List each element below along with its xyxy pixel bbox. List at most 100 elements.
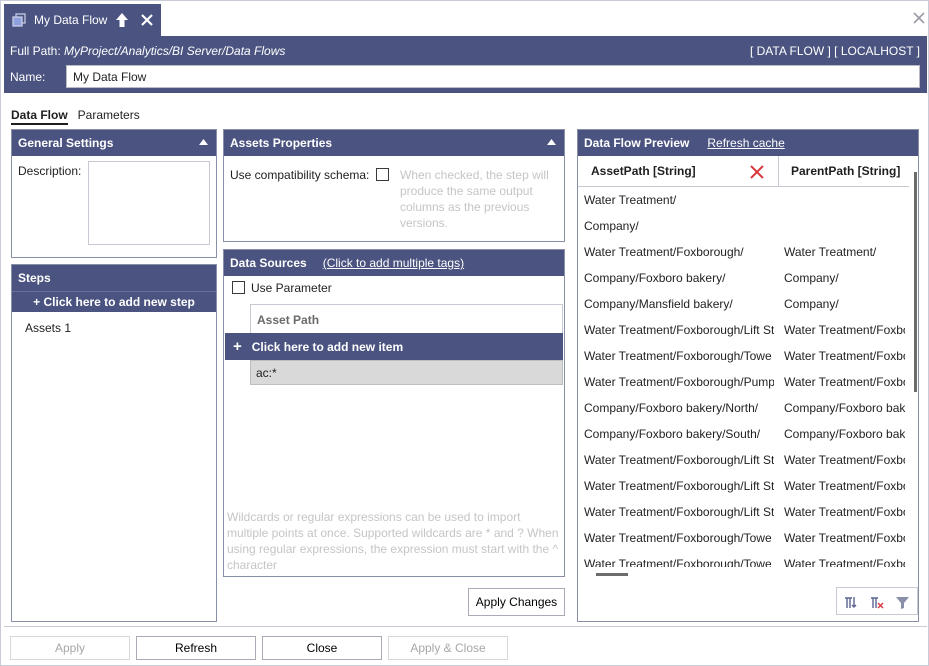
table-cell: Company/Foxboro bakery/North/ (584, 401, 759, 415)
table-cell: Water Treatment/Foxborough/Towe (584, 531, 772, 545)
description-textarea[interactable] (88, 161, 210, 245)
close-tab-icon[interactable] (140, 13, 154, 27)
document-tab[interactable]: My Data Flow (4, 4, 161, 36)
close-window-icon[interactable] (913, 12, 925, 24)
assets-properties-header[interactable]: Assets Properties (224, 130, 564, 156)
add-multiple-tags-link[interactable]: (Click to add multiple tags) (323, 256, 464, 270)
table-cell: Water Treatment/Foxborough/Lift St (584, 323, 774, 337)
table-row: Water Treatment/Foxborough/Lift St Water … (578, 447, 908, 473)
table-row: Water Treatment/Foxborough/Water Treatme… (578, 239, 908, 265)
pin-icon[interactable] (115, 12, 129, 28)
footer-divider (4, 626, 927, 627)
table-cell: Water Treatment/Foxbo (784, 349, 905, 363)
table-cell: Water Treatment/Foxborough/Lift St (584, 505, 774, 519)
description-label: Description: (18, 164, 82, 178)
table-cell: Company/Mansfield bakery/ (584, 297, 733, 311)
vertical-scrollbar[interactable] (914, 172, 917, 392)
column-settings-icon[interactable] (843, 595, 858, 610)
general-settings-panel: General Settings Description: (11, 129, 217, 258)
general-settings-title: General Settings (18, 136, 114, 150)
collapse-icon[interactable] (547, 139, 556, 145)
context-tags: [ DATA FLOW ] [ LOCALHOST ] (749, 44, 920, 58)
collapse-icon[interactable] (199, 139, 208, 145)
data-sources-title: Data Sources (230, 256, 307, 270)
remove-column-icon[interactable] (750, 165, 764, 179)
table-row: Company/ (578, 213, 908, 239)
remove-columns-icon[interactable] (869, 595, 884, 610)
column-header-parentpath[interactable]: ParentPath [String] (779, 156, 909, 187)
table-cell: Company/ (584, 219, 639, 233)
tab-title: My Data Flow (34, 13, 108, 27)
close-button[interactable]: Close (262, 636, 382, 660)
data-flow-window: My Data Flow Full Path: MyProject/Analyt… (0, 0, 929, 666)
compatibility-schema-hint: When checked, the step will produce the … (400, 168, 549, 230)
table-cell: Water Treatment/Foxbo (784, 375, 905, 389)
tab-data-flow[interactable]: Data Flow (11, 108, 68, 125)
table-row: Company/Foxboro bakery/North/Company/Fox… (578, 395, 908, 421)
table-row: Water Treatment/Foxborough/Lift St Water … (578, 317, 908, 343)
data-sources-panel: Data Sources (Click to add multiple tags… (223, 249, 565, 577)
table-row: Company/Foxboro bakery/Company/ (578, 265, 908, 291)
table-row: Water Treatment/Foxborough/Towe Water Tre… (578, 343, 908, 369)
table-cell: Company/Foxboro bak (784, 427, 905, 441)
table-cell: Water Treatment/ (784, 245, 877, 259)
tab-strip: My Data Flow (1, 1, 928, 36)
add-step-button[interactable]: + Click here to add new step (12, 291, 216, 312)
preview-rows: Water Treatment/ Company/ Water Treatmen… (578, 187, 908, 567)
table-cell: Water Treatment/Foxborough/Pump (584, 375, 774, 389)
table-cell: Water Treatment/Foxbo (784, 505, 905, 519)
use-parameter-checkbox[interactable] (232, 281, 245, 294)
plus-icon: + (233, 338, 242, 355)
asset-path-item[interactable]: ac:* (250, 360, 563, 385)
table-cell: Water Treatment/Foxborough/Lift St (584, 453, 774, 467)
preview-toolbar (836, 587, 918, 615)
name-label: Name: (10, 70, 46, 84)
asset-path-column-header: Asset Path (250, 304, 563, 333)
name-input[interactable] (66, 65, 920, 88)
table-row: Water Treatment/Foxborough/Towe Water Tre… (578, 525, 908, 551)
refresh-cache-link[interactable]: Refresh cache (707, 136, 784, 150)
compatibility-schema-checkbox[interactable] (376, 168, 389, 181)
full-path-label: Full Path: (10, 44, 61, 58)
tab-parameters[interactable]: Parameters (78, 108, 140, 125)
add-item-button[interactable]: + Click here to add new item (225, 333, 563, 360)
header-bar: Full Path: MyProject/Analytics/BI Server… (4, 36, 927, 93)
general-settings-header[interactable]: General Settings (12, 130, 216, 156)
table-cell: Water Treatment/Foxbo (784, 531, 905, 545)
use-parameter-label: Use Parameter (251, 281, 332, 295)
table-cell: Water Treatment/Foxbo (784, 323, 905, 337)
steps-header: Steps (12, 265, 216, 291)
table-cell: Water Treatment/Foxbo (784, 453, 905, 467)
table-cell: Water Treatment/Foxborough/Towe (584, 557, 772, 567)
table-row: Water Treatment/Foxborough/Lift St Water … (578, 473, 908, 499)
column-header-assetpath[interactable]: AssetPath [String] (578, 156, 779, 187)
add-item-label: Click here to add new item (251, 339, 404, 354)
table-row: Water Treatment/Foxborough/Lift St Water … (578, 499, 908, 525)
step-item[interactable]: Assets 1 (25, 321, 71, 335)
steps-title: Steps (18, 271, 51, 285)
table-cell: Water Treatment/ (584, 193, 677, 207)
table-row: Company/Mansfield bakery/Company/ (578, 291, 908, 317)
data-flow-preview-panel: Data Flow Preview Refresh cache AssetPat… (577, 129, 919, 622)
table-row: Company/Foxboro bakery/South/Company/Fox… (578, 421, 908, 447)
table-cell: Water Treatment/Foxborough/ (584, 245, 744, 259)
table-cell: Company/Foxboro bak (784, 401, 905, 415)
data-flow-icon (12, 13, 26, 27)
table-cell: Water Treatment/Foxborough/Lift St (584, 479, 774, 493)
table-row: Water Treatment/ (578, 187, 908, 213)
table-cell: Company/Foxboro bakery/South/ (584, 427, 761, 441)
table-cell: Company/ (784, 271, 839, 285)
apply-button[interactable]: Apply (10, 636, 130, 660)
table-cell: Water Treatment/Foxborough/Towe (584, 349, 772, 363)
apply-close-button[interactable]: Apply & Close (388, 636, 508, 660)
apply-changes-button[interactable]: Apply Changes (468, 588, 565, 616)
horizontal-scrollbar[interactable] (596, 573, 628, 576)
table-row: Water Treatment/Foxborough/Towe Water Tre… (578, 551, 908, 567)
preview-header: Data Flow Preview Refresh cache (578, 130, 918, 156)
assets-properties-panel: Assets Properties Use compatibility sche… (223, 129, 565, 242)
steps-panel: Steps + Click here to add new step Asset… (11, 264, 217, 622)
table-cell: Water Treatment/Foxbo (784, 557, 905, 567)
refresh-button[interactable]: Refresh (136, 636, 256, 660)
filter-icon[interactable] (895, 595, 910, 610)
full-path-value: MyProject/Analytics/BI Server/Data Flows (64, 44, 286, 58)
